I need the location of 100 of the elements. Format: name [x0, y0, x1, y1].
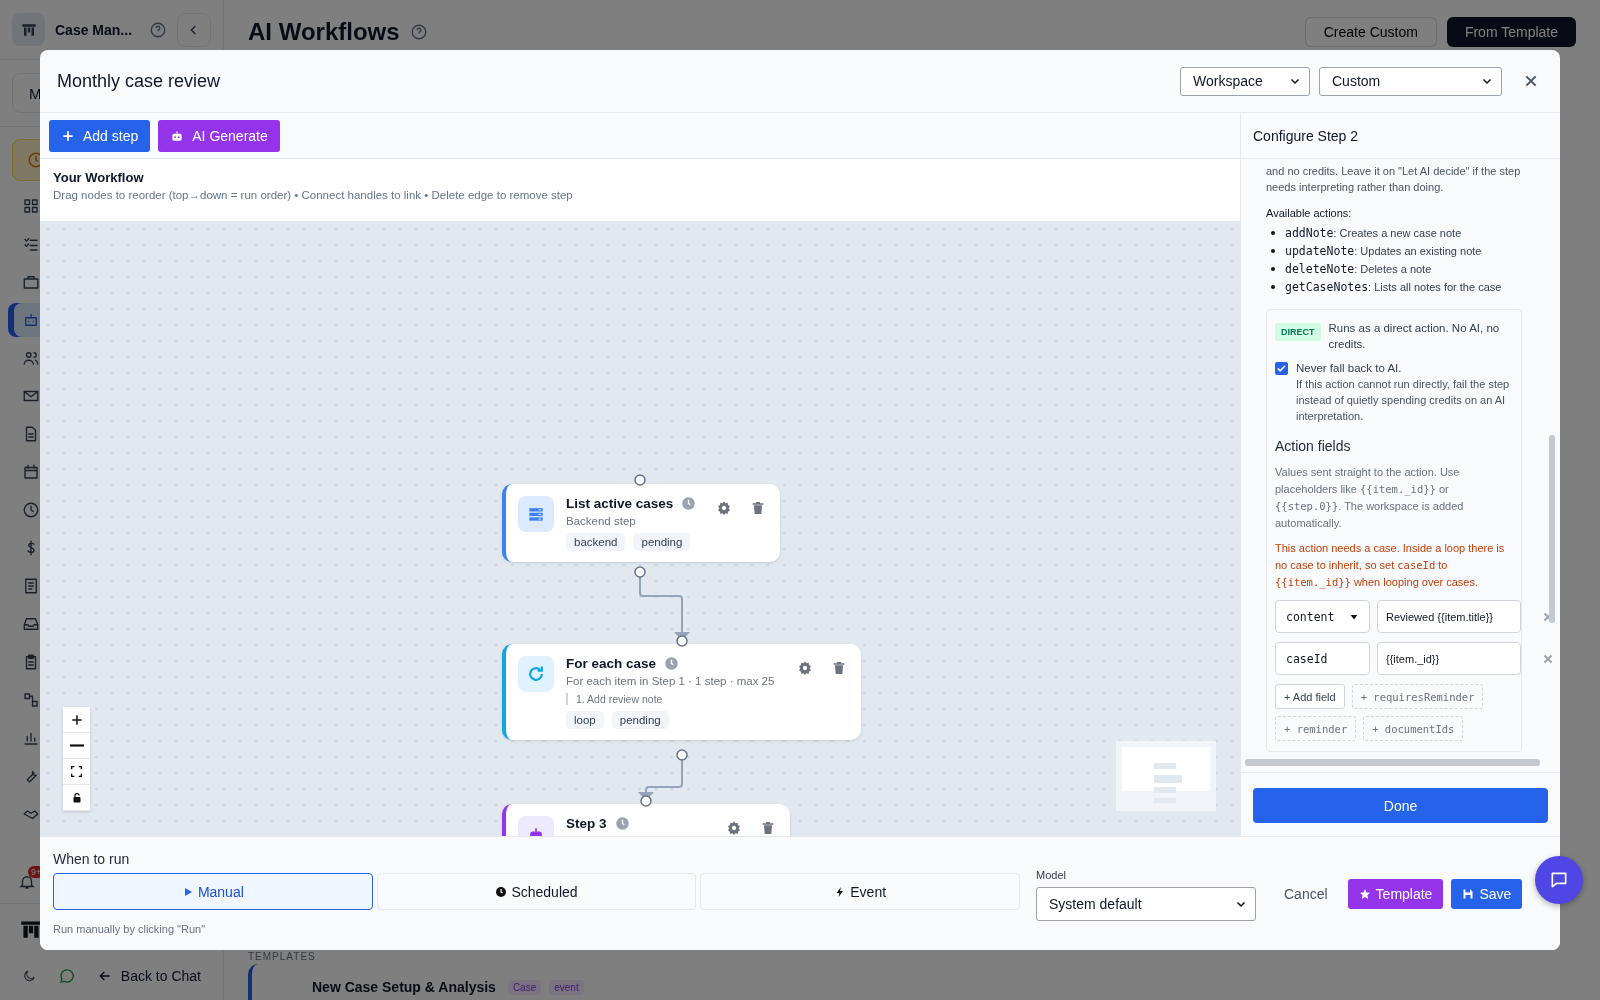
checkbox-label: Never fall back to AI. [1296, 361, 1403, 376]
suggested-field-button[interactable]: + reminder [1275, 716, 1357, 741]
connection-handle[interactable] [634, 566, 646, 578]
bell-icon[interactable] [18, 873, 36, 891]
workflow-node[interactable]: Step 3 [502, 804, 790, 836]
model-label: Model [1036, 869, 1067, 881]
template-title: New Case Setup & Analysis [312, 979, 496, 995]
scrollbar[interactable] [1245, 759, 1540, 766]
chat-button[interactable] [1535, 856, 1583, 904]
scope-select[interactable]: Workspace [1180, 66, 1310, 96]
node-subtitle: For each item in Step 1 · 1 step · max 25 [566, 675, 776, 687]
node-title: List active cases [566, 496, 674, 511]
minus-icon [69, 744, 84, 747]
fields-hint: Values sent straight to the action. Use placeholders like {{item._id}} or {{step.0}}. The workspace is added automatically. [1275, 465, 1465, 531]
section-label: TEMPLATES [248, 951, 317, 962]
model-select[interactable]: System default [1036, 887, 1256, 921]
delete-icon[interactable] [750, 500, 766, 516]
dialog-title: Monthly case review [57, 70, 221, 92]
workflow-hint: Drag nodes to reorder (top→down = run order) • Connect handles to link • Delete edge to remove step [53, 189, 574, 201]
step-icon [518, 496, 554, 532]
scrollbar[interactable] [1549, 435, 1555, 623]
trigger-tab[interactable]: Scheduled [376, 873, 697, 910]
step-icon [518, 656, 554, 692]
action-item: addNote: Creates a new case note [1285, 225, 1462, 241]
node-tag: loop [566, 711, 604, 729]
fit-view-icon [70, 765, 83, 778]
zoom-in-button[interactable] [63, 707, 90, 733]
chat-icon[interactable] [58, 966, 75, 986]
star-icon [1358, 888, 1371, 900]
bullet-icon [1271, 249, 1275, 253]
close-icon[interactable] [1523, 73, 1539, 89]
page-title: AI Workflows [248, 18, 400, 46]
save-button[interactable]: Save [1451, 879, 1523, 909]
clock-icon [495, 885, 508, 898]
action-item: updateNote: Updates an existing note [1285, 243, 1482, 259]
mode-badge: DIRECT [1275, 323, 1321, 341]
trigger-hint: Run manually by clicking "Run" [53, 923, 207, 935]
flow-icon [22, 691, 40, 709]
connection-handle[interactable] [634, 474, 646, 486]
connection-handle[interactable] [640, 795, 652, 807]
section-label: When to run [53, 851, 131, 867]
workflow-canvas[interactable]: List active cases Backend step backend pending For each case For each item in Step 1 · 1 step · max 25 1. Add review note loop pending Step 3 [40, 221, 1240, 836]
zoom-out-button[interactable] [63, 733, 90, 759]
workflow-node[interactable]: List active cases Backend step backend pending [502, 484, 780, 562]
calendar-icon [22, 463, 40, 481]
section-heading: Your Workflow [53, 170, 145, 185]
template-button[interactable]: Template [1347, 879, 1444, 909]
help-icon[interactable] [409, 23, 428, 41]
type-select[interactable]: Custom [1319, 66, 1502, 96]
inbox-icon [22, 615, 40, 633]
actions-heading: Available actions: [1266, 207, 1353, 219]
settings-icon[interactable] [716, 500, 732, 516]
delete-icon[interactable] [831, 660, 847, 676]
checkbox[interactable] [1275, 362, 1288, 375]
suggested-field-button[interactable]: + requiresReminder [1351, 684, 1484, 709]
trigger-tab[interactable]: Manual [53, 873, 373, 910]
checklist-icon [22, 235, 40, 253]
cancel-button[interactable]: Cancel [1280, 886, 1340, 902]
bullet-icon [1271, 285, 1275, 289]
field-value-input[interactable]: {{item._id}} [1377, 642, 1521, 675]
header-button[interactable]: Create Custom [1304, 17, 1437, 47]
settings-icon[interactable] [726, 820, 742, 836]
logo-icon [12, 13, 45, 46]
app-name: Case Man... [55, 21, 133, 38]
workflow-node[interactable]: For each case For each item in Step 1 · 1 step · max 25 1. Add review note loop pending [502, 644, 861, 740]
toolbar-button[interactable]: Add step [49, 119, 151, 152]
field-key-select[interactable]: content [1275, 600, 1370, 633]
node-subtitle: Backend step [566, 515, 637, 527]
toolbar-button[interactable]: AI Generate [158, 119, 280, 152]
warning-text: This action needs a case. Inside a loop there is no case to inherit, so set caseId to {{item._id}} when looping over cases. [1275, 541, 1506, 591]
trigger-tab[interactable]: Event [700, 873, 1020, 910]
node-tag: pending [611, 711, 669, 729]
back-link[interactable]: Back to Chat [96, 968, 201, 984]
notes-icon [22, 577, 40, 595]
delete-icon[interactable] [760, 820, 776, 836]
lock-button[interactable] [63, 785, 90, 811]
checkbox-help: If this action cannot run directly, fail the step instead of quietly spending credits on an AI interpretation. [1296, 377, 1511, 424]
node-tag: backend [566, 533, 626, 551]
connection-handle[interactable] [676, 749, 688, 761]
clock-icon [664, 656, 680, 671]
fit-view-button[interactable] [63, 759, 90, 785]
bullet-icon [1271, 267, 1275, 271]
bullet-icon [1271, 231, 1275, 235]
connection-handle[interactable] [676, 635, 688, 647]
robot-icon [22, 311, 40, 329]
mode-description: Runs as a direct action. No AI, no credits. [1328, 321, 1501, 352]
header-button[interactable]: From Template [1446, 17, 1576, 47]
clock-icon [681, 496, 697, 511]
field-key-input[interactable]: caseId [1275, 642, 1370, 675]
section-heading: Action fields [1275, 438, 1352, 454]
action-item: deleteNote: Deletes a note [1285, 261, 1432, 277]
suggested-field-button[interactable]: + documentIds [1363, 716, 1464, 741]
settings-icon[interactable] [797, 660, 813, 676]
help-icon[interactable] [149, 20, 167, 39]
plus-icon [61, 128, 75, 143]
field-value-input[interactable]: Reviewed {{item.title}} [1377, 600, 1521, 633]
robot-icon [170, 128, 185, 143]
done-button[interactable]: Done [1253, 788, 1548, 823]
add-field-button[interactable]: + Add field [1275, 684, 1345, 709]
template-tag: Case [507, 979, 542, 995]
